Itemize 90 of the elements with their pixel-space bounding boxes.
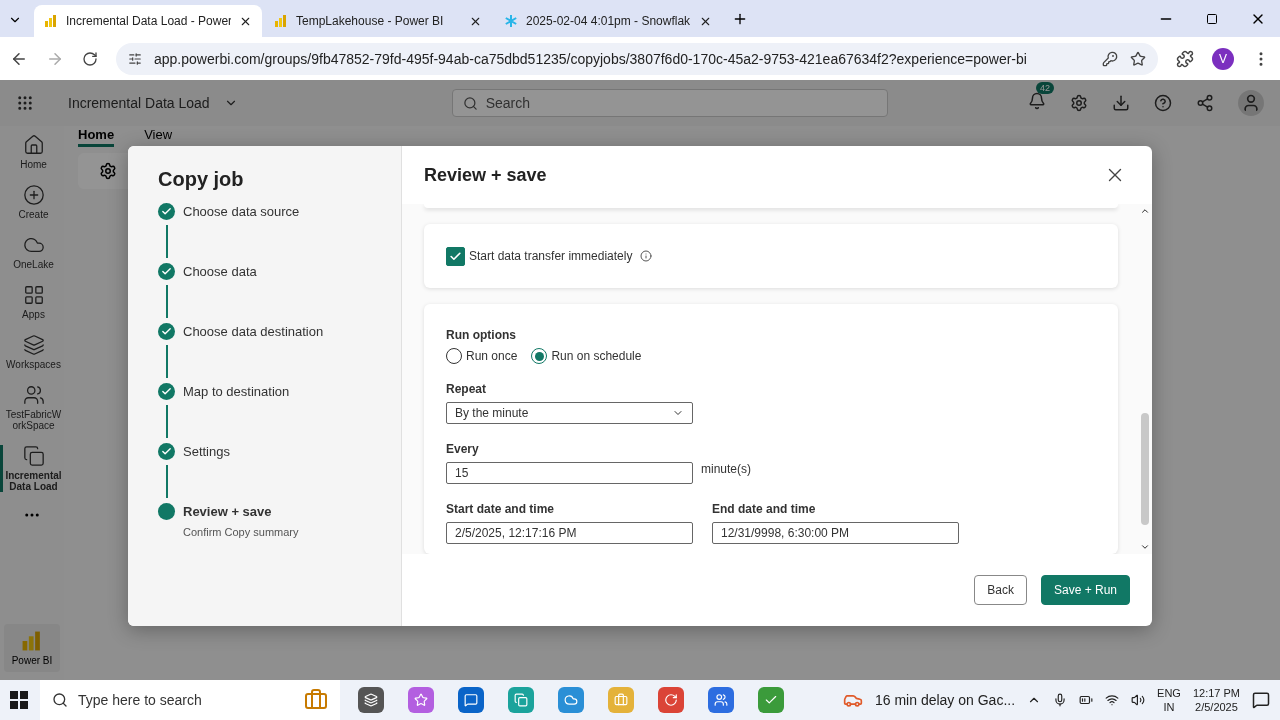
- step-label[interactable]: Choose data destination: [183, 324, 324, 339]
- power-bi-icon: [21, 630, 43, 652]
- field-label: Start date and time: [446, 502, 556, 516]
- restore-icon[interactable]: [1206, 13, 1218, 25]
- field-label: End date and time: [712, 502, 817, 516]
- checkbox[interactable]: [446, 246, 465, 266]
- wifi-icon[interactable]: [1105, 693, 1120, 707]
- nav-item[interactable]: Create: [0, 184, 64, 220]
- date-field[interactable]: 12/31/9998, 6:30:00 PM: [712, 522, 959, 544]
- field-label: Repeat: [446, 382, 487, 396]
- step-label[interactable]: Choose data source: [183, 204, 300, 219]
- people-icon: [22, 384, 45, 406]
- browser-tab[interactable]: 2025-02-04 4:01pm - Snowflak: [494, 5, 722, 37]
- search-placeholder: Search: [485, 95, 530, 111]
- address-bar[interactable]: app.powerbi.com/groups/9fb47852-79fd-495f-94ab-ca75dbd51235/copyjobs/3807f6d0-170c-45a2-9753-421ea67634f2?experience=power-bi: [116, 42, 1158, 75]
- every-field[interactable]: 15: [446, 462, 693, 484]
- tab-title: TempLakehouse - Power BI: [296, 14, 445, 28]
- settings-icon[interactable]: [1070, 94, 1088, 112]
- nav-item[interactable]: TestFabricW orkSpace: [0, 384, 64, 431]
- search-field[interactable]: Search: [451, 89, 888, 117]
- step-label[interactable]: Settings: [183, 444, 230, 459]
- layers-icon: [22, 334, 45, 356]
- home-icon: [22, 134, 45, 156]
- ribbon-tab[interactable]: View: [144, 127, 173, 147]
- checkbox-label: Start data transfer immediately: [469, 249, 633, 263]
- field-label: Run options: [446, 328, 517, 342]
- volume-icon[interactable]: [1131, 693, 1146, 707]
- step-label[interactable]: Choose data: [183, 264, 257, 279]
- step-subtitle: Confirm Copy summary: [183, 526, 300, 538]
- clock[interactable]: 12:17 PM 2/5/2025: [1192, 686, 1240, 714]
- star-icon[interactable]: [1130, 50, 1146, 67]
- dialog-title: Copy job: [158, 168, 245, 191]
- traffic-news[interactable]: 16 min delay on Gac...: [875, 692, 1016, 708]
- tab-title: Incremental Data Load - Power: [66, 14, 231, 28]
- save-run-button[interactable]: Save + Run: [1040, 575, 1130, 605]
- step-label[interactable]: Review + save: [183, 504, 272, 519]
- help-icon[interactable]: [1154, 94, 1172, 112]
- browser-tab[interactable]: Incremental Data Load - Power: [34, 5, 262, 37]
- unit-label: minute(s): [701, 462, 751, 476]
- battery-icon[interactable]: [1079, 693, 1094, 707]
- briefcase-icon[interactable]: [304, 688, 328, 712]
- site-settings-icon[interactable]: [128, 51, 142, 66]
- share-icon[interactable]: [1196, 94, 1214, 112]
- bell-icon[interactable]: [1028, 92, 1046, 110]
- download-icon[interactable]: [1112, 94, 1130, 112]
- nav-item[interactable]: Workspaces: [0, 334, 64, 370]
- power-bi-icon: [274, 14, 288, 28]
- language-indicator[interactable]: ENG IN: [1157, 686, 1181, 714]
- search-icon: [52, 692, 68, 708]
- back-button[interactable]: Back: [974, 575, 1027, 605]
- plus-circle-icon: [22, 184, 45, 206]
- scroll-up-icon[interactable]: [1140, 206, 1150, 216]
- step-label[interactable]: Map to destination: [183, 384, 290, 399]
- profile-avatar[interactable]: V: [1212, 47, 1234, 70]
- field-label: Every: [446, 442, 480, 456]
- tab-title: 2025-02-04 4:01pm - Snowflak: [526, 14, 691, 28]
- date-field[interactable]: 2/5/2025, 12:17:16 PM: [446, 522, 693, 544]
- scrollbar-thumb[interactable]: [1141, 413, 1149, 525]
- ribbon-tab[interactable]: Home: [78, 127, 115, 147]
- power-bi-switcher[interactable]: Power BI: [4, 624, 60, 672]
- nav-item[interactable]: OneLake: [0, 234, 64, 270]
- new-tab-icon[interactable]: [732, 11, 748, 27]
- pane-title: Review + save: [424, 164, 547, 186]
- notifications-icon[interactable]: [1252, 691, 1270, 709]
- microphone-icon[interactable]: [1053, 693, 1068, 707]
- info-icon[interactable]: [640, 250, 653, 262]
- app-title[interactable]: Incremental Data Load: [68, 95, 210, 111]
- power-bi-icon: [44, 14, 58, 28]
- check-icon: [449, 249, 462, 263]
- copy-icon: [22, 445, 45, 467]
- url-text: app.powerbi.com/groups/9fb47852-79fd-495f-94ab-ca75dbd51235/copyjobs/3807f6d0-170c-45a2-9753-421ea67634f2?experience=power-bi: [154, 50, 1028, 67]
- nav-item[interactable]: Home: [0, 134, 64, 170]
- account-icon[interactable]: [1238, 90, 1264, 116]
- grid-icon: [22, 284, 45, 306]
- reload-icon[interactable]: [82, 50, 98, 67]
- radio-option[interactable]: Run on schedule: [531, 348, 642, 364]
- app-launcher-icon[interactable]: [16, 94, 34, 112]
- scroll-down-icon[interactable]: [1140, 542, 1150, 552]
- browser-tab[interactable]: TempLakehouse - Power BI: [264, 5, 492, 37]
- snowflake-icon: [504, 14, 518, 28]
- search-icon: [462, 95, 478, 111]
- radio-option[interactable]: Run once: [446, 348, 518, 364]
- extensions-icon[interactable]: [1176, 49, 1194, 68]
- nav-item[interactable]: Apps: [0, 284, 64, 320]
- windows-icon[interactable]: [10, 691, 28, 709]
- taskbar-search[interactable]: Type here to search: [40, 680, 340, 720]
- repeat-dropdown[interactable]: By the minute: [446, 402, 693, 424]
- gear-icon: [99, 162, 117, 180]
- key-icon[interactable]: [1102, 50, 1118, 67]
- notification-count: 42: [1036, 82, 1054, 94]
